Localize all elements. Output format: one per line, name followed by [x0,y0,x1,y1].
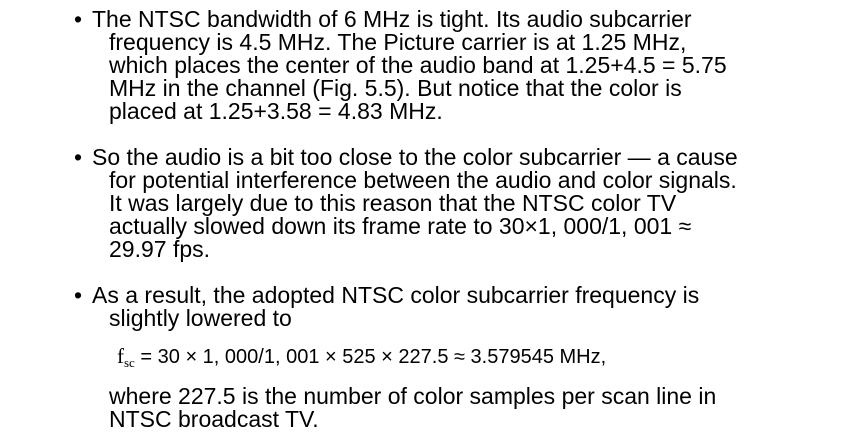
bullet-item-2: • So the audio is a bit too close to the… [74,146,823,262]
bullet-text: slightly lowered to [109,305,292,331]
bullet-line: • The NTSC bandwidth of 6 MHz is tight. … [74,8,823,31]
bullet-dot: • [74,282,83,308]
bullet-item-1: • The NTSC bandwidth of 6 MHz is tight. … [74,8,823,124]
explanation-line: where 227.5 is the number of color sampl… [109,383,717,409]
bullet-dot: • [74,6,83,32]
bullet-text: placed at 1.25+3.58 = 4.83 MHz. [109,98,443,124]
explanation-line: NTSC broadcast TV. [109,406,319,432]
bullet-text: MHz in the channel (Fig. 5.5). But notic… [109,75,682,101]
formula-subscript: sc [124,355,135,370]
subcarrier-formula: fsc = 30 × 1, 000/1, 001 × 525 × 227.5 ≈… [117,344,606,371]
bullet-text: 29.97 fps. [109,236,211,262]
bullet-text: actually slowed down its frame rate to 3… [109,213,692,239]
bullet-line: • So the audio is a bit too close to the… [74,146,823,169]
slide-content: • The NTSC bandwidth of 6 MHz is tight. … [0,0,859,443]
formula-explanation: where 227.5 is the number of color sampl… [109,385,716,431]
bullet-item-3: • As a result, the adopted NTSC color su… [74,284,823,331]
bullet-text: for potential interference between the a… [109,167,737,193]
bullet-dot: • [74,144,83,170]
bullet-line: • As a result, the adopted NTSC color su… [74,284,823,307]
bullet-text: which places the center of the audio ban… [109,52,727,78]
formula-symbol: f [117,344,124,368]
formula-expression: = 30 × 1, 000/1, 001 × 525 × 227.5 ≈ 3.5… [140,346,607,368]
bullet-text: It was largely due to this reason that t… [109,190,677,216]
bullet-text: frequency is 4.5 MHz. The Picture carrie… [109,29,687,55]
